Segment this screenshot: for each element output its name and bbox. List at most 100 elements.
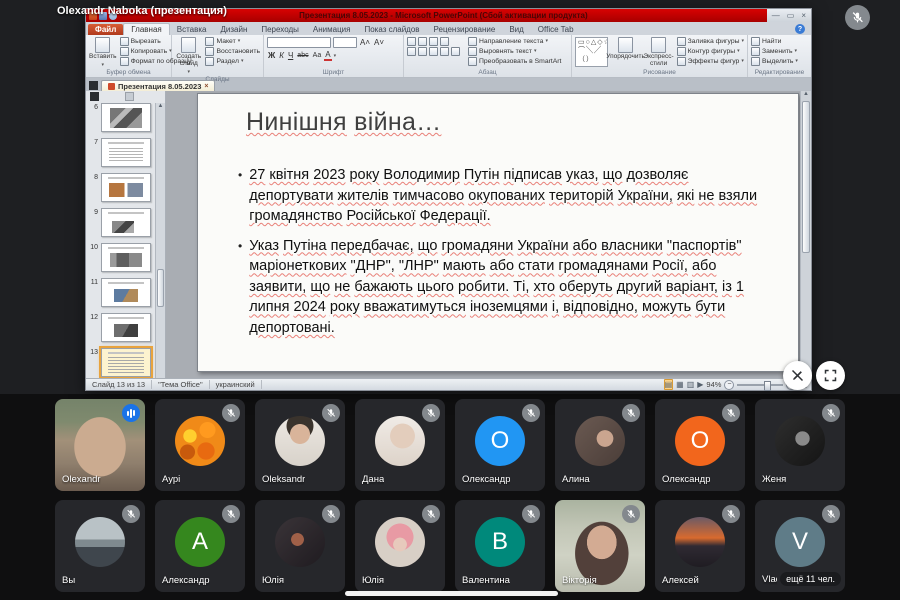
slides-pane-tab-icon[interactable] (90, 92, 99, 101)
tab-list-icon[interactable] (89, 81, 98, 90)
font-size-select[interactable] (333, 37, 357, 48)
quick-styles-button[interactable]: Экспресс-стили (644, 37, 674, 68)
participant-tile[interactable]: V Vlady ещё 11 чел. (755, 500, 845, 592)
ribbon-tab[interactable]: Вставка (170, 24, 214, 35)
fullscreen-button[interactable] (816, 361, 845, 390)
shape-effects-button[interactable]: Эффекты фигур▾ (677, 57, 744, 66)
italic-button[interactable]: К (278, 51, 285, 60)
slide-thumbnail[interactable]: 7 (90, 138, 165, 167)
strikethrough-button[interactable]: abc (296, 52, 309, 59)
reading-view-button[interactable]: ▥ (687, 380, 695, 389)
ribbon-tab[interactable]: Рецензирование (427, 24, 503, 35)
align-right-icon[interactable] (429, 47, 438, 56)
more-people-badge[interactable]: ещё 11 чел. (780, 572, 841, 586)
font-name-select[interactable] (267, 37, 331, 48)
participant-tile[interactable]: Дана (355, 399, 445, 491)
slide-thumbnail[interactable]: 12 (90, 313, 165, 342)
ribbon-tab[interactable]: Дизайн (213, 24, 254, 35)
find-button[interactable]: Найти (751, 37, 798, 46)
participant-name: Александр (162, 575, 210, 586)
slide-thumbnail[interactable]: 9 (90, 208, 165, 237)
close-tab-icon[interactable]: × (204, 83, 208, 90)
paste-button[interactable]: Вставить▾ (89, 37, 117, 68)
underline-button[interactable]: Ч (287, 51, 294, 60)
language-indicator[interactable]: украинский (210, 380, 262, 389)
participant-tile[interactable]: А Александр (155, 500, 245, 592)
ribbon-tab[interactable]: Главная (123, 23, 169, 35)
align-left-icon[interactable] (407, 47, 416, 56)
reset-button[interactable]: Восстановить (205, 47, 260, 56)
participant-tile[interactable]: Вы (55, 500, 145, 592)
new-slide-button[interactable]: Создать слайд▾ (175, 37, 202, 75)
layout-icon (205, 37, 214, 46)
change-case-button[interactable]: Аа (312, 52, 323, 59)
zoom-out-button[interactable]: − (724, 380, 734, 390)
participant-tile[interactable]: Алексей (655, 500, 745, 592)
list-buttons[interactable] (407, 37, 465, 46)
participant-tile[interactable]: Юлія (255, 500, 345, 592)
columns-icon[interactable] (451, 47, 460, 56)
slide-sorter-button[interactable]: ▦ (676, 380, 684, 389)
participant-tile[interactable]: В Валентина (455, 500, 545, 592)
decrease-indent-icon[interactable] (429, 37, 438, 46)
arrange-button[interactable]: Упорядочить (611, 37, 641, 68)
participant-tile[interactable]: Oleksandr (255, 399, 345, 491)
section-icon (205, 57, 214, 66)
participant-tile[interactable]: Алина (555, 399, 645, 491)
align-buttons[interactable] (407, 47, 465, 56)
align-center-icon[interactable] (418, 47, 427, 56)
section-button[interactable]: Раздел▾ (205, 57, 260, 66)
slide-thumbnail[interactable]: 13 (90, 348, 165, 377)
participant-tile[interactable]: Юлія (355, 500, 445, 592)
zoom-slider[interactable] (737, 384, 783, 386)
text-direction-button[interactable]: Направление текста▾ (468, 37, 561, 46)
font-color-button[interactable]: А (324, 50, 331, 61)
ribbon-tab[interactable]: Office Tab (531, 24, 581, 35)
participant-tile[interactable]: О Олександр (455, 399, 545, 491)
numbering-icon[interactable] (418, 37, 427, 46)
shapes-gallery[interactable]: ▭○△◇☆⌒╲╱（） (575, 37, 608, 67)
ribbon-tab[interactable]: Файл (88, 24, 123, 35)
shape-outline-button[interactable]: Контур фигуры▾ (677, 47, 744, 56)
help-icon[interactable]: ? (795, 24, 805, 34)
slide-thumbnail[interactable]: 8 (90, 173, 165, 202)
bullets-icon[interactable] (407, 37, 416, 46)
ribbon-tab[interactable]: Показ слайдов (357, 24, 426, 35)
participant-tile[interactable]: Вікторія (555, 500, 645, 592)
align-text-button[interactable]: Выровнять текст▾ (468, 47, 561, 56)
layout-button[interactable]: Макет▾ (205, 37, 260, 46)
restore-button[interactable]: ▭ (787, 12, 795, 20)
ribbon-tab[interactable]: Вид (502, 24, 530, 35)
grow-font-button[interactable]: A˄ (359, 38, 371, 47)
current-slide[interactable]: Нинішня війна… • 27 квітня 2023 року Вол… (197, 93, 799, 372)
close-button[interactable]: × (801, 12, 806, 20)
ribbon-group-paragraph: Направление текста▾ Выровнять текст▾ Пре… (404, 35, 572, 77)
tiles-scrollbar[interactable] (345, 591, 558, 596)
participant-tile[interactable]: Аурі (155, 399, 245, 491)
slide-thumbnail[interactable]: 6 (90, 103, 165, 132)
avatar (375, 517, 425, 567)
ribbon-tab[interactable]: Анимация (306, 24, 358, 35)
minimize-button[interactable]: — (772, 12, 780, 20)
replace-button[interactable]: Заменить▾ (751, 47, 798, 56)
vertical-scrollbar[interactable]: ▲▲▼ (800, 91, 811, 379)
participant-name: Олександр (462, 474, 510, 485)
ribbon-tab[interactable]: Переходы (254, 24, 306, 35)
slide-thumbnail[interactable]: 10 (90, 243, 165, 272)
participant-tile[interactable]: Женя (755, 399, 845, 491)
thumbnails-scrollbar[interactable]: ▲ (155, 103, 165, 379)
shrink-font-button[interactable]: A˅ (373, 38, 385, 47)
normal-view-button[interactable]: ▤ (664, 379, 674, 390)
smartart-button[interactable]: Преобразовать в SmartArt (468, 57, 561, 66)
bold-button[interactable]: Ж (267, 51, 276, 60)
outline-pane-tab-icon[interactable] (125, 92, 134, 101)
select-button[interactable]: Выделить▾ (751, 57, 798, 66)
participant-tile[interactable]: О Олександр (655, 399, 745, 491)
annotation-disabled-button[interactable] (783, 361, 812, 390)
increase-indent-icon[interactable] (440, 37, 449, 46)
shape-fill-button[interactable]: Заливка фигуры▾ (677, 37, 744, 46)
slide-thumbnail[interactable]: 11 (90, 278, 165, 307)
justify-icon[interactable] (440, 47, 449, 56)
participant-tile[interactable]: Olexandr (55, 399, 145, 491)
slideshow-button[interactable]: ▶ (697, 380, 703, 389)
